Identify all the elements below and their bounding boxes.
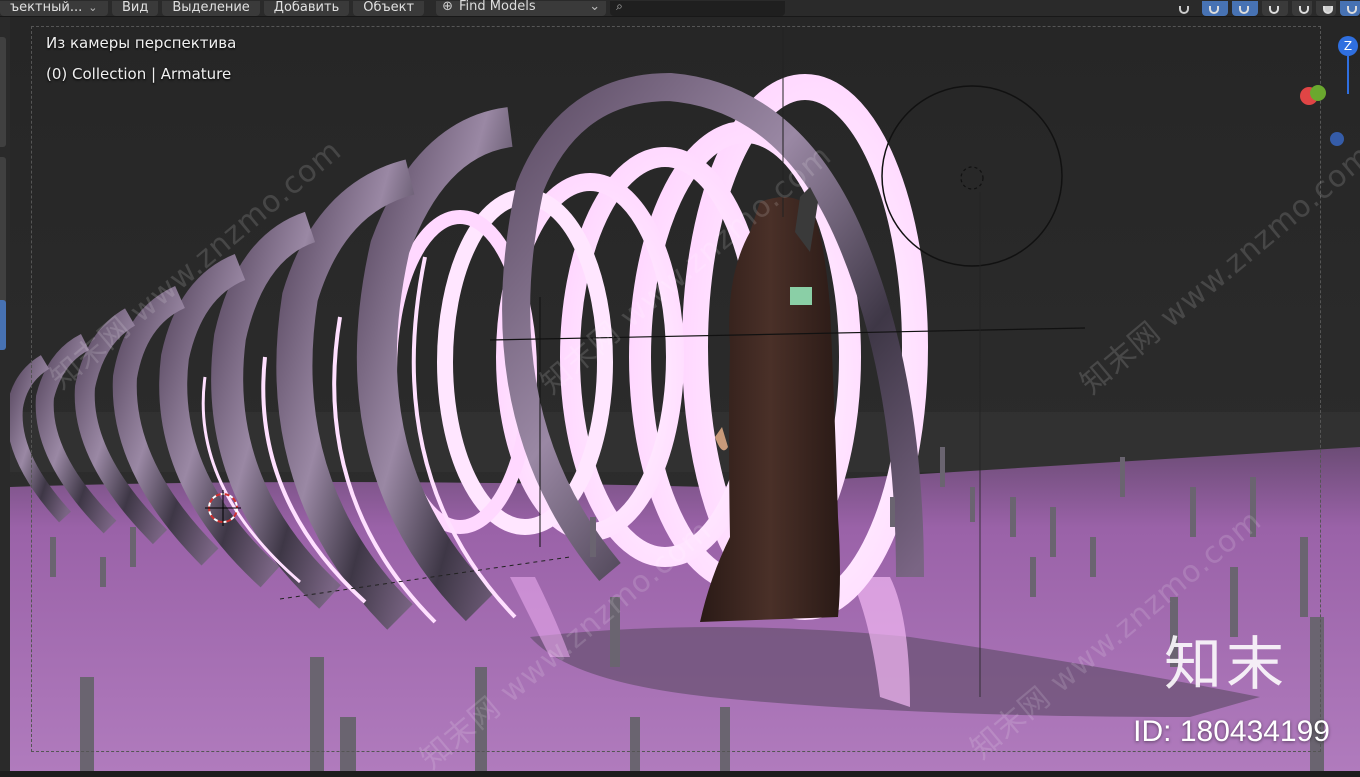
chevron-down-icon: ⌄ [589,0,601,14]
viewport-header: ъектный... Вид Выделение Добавить Объект… [0,0,1360,17]
collection-info: (0) Collection | Armature [46,65,232,83]
watermark-id: ID: 180434199 [1133,715,1330,748]
overlays-icon[interactable] [1232,1,1258,16]
navigation-gizmo[interactable]: Z [1300,32,1360,172]
search-icon: ⌕ [616,0,623,13]
globe-icon: ⊕ [442,0,454,14]
scene-render [10,17,1360,771]
toolbar-tab[interactable] [0,37,6,147]
3d-viewport[interactable]: Из камеры перспектива (0) Collection | A… [10,17,1360,771]
mode-select[interactable]: ъектный... [0,1,108,16]
toolbar-tab[interactable] [0,157,6,307]
material-shading-icon[interactable] [1340,1,1360,16]
transform-gizmo-icon[interactable] [1202,1,1228,16]
gizmo-z-line [1347,56,1349,94]
xray-icon[interactable] [1262,1,1288,16]
gizmo-neg-y-axis[interactable] [1330,132,1344,146]
menu-add[interactable]: Добавить [263,1,350,16]
gizmo-z-label: Z [1343,39,1353,53]
search-field[interactable]: ⌕ [610,0,786,16]
find-models-dropdown[interactable]: ⊕ Find Models ⌄ [436,0,607,16]
menu-object[interactable]: Объект [353,1,425,16]
watermark-logo: 知末 [1163,630,1288,698]
menu-view[interactable]: Вид [112,1,159,16]
find-models-label: Find Models [459,0,536,14]
solid-shading-icon[interactable] [1316,1,1336,16]
wireframe-shading-icon[interactable] [1292,1,1312,16]
gizmo-z-axis[interactable]: Z [1338,36,1358,56]
tool-shelf [0,17,10,771]
gizmo-y-axis[interactable] [1310,85,1326,101]
view-name: Из камеры перспектива [46,34,237,52]
menu-select[interactable]: Выделение [162,1,260,16]
cursor-tool-icon[interactable] [1172,1,1198,16]
toolbar-active-tab[interactable] [0,300,6,350]
